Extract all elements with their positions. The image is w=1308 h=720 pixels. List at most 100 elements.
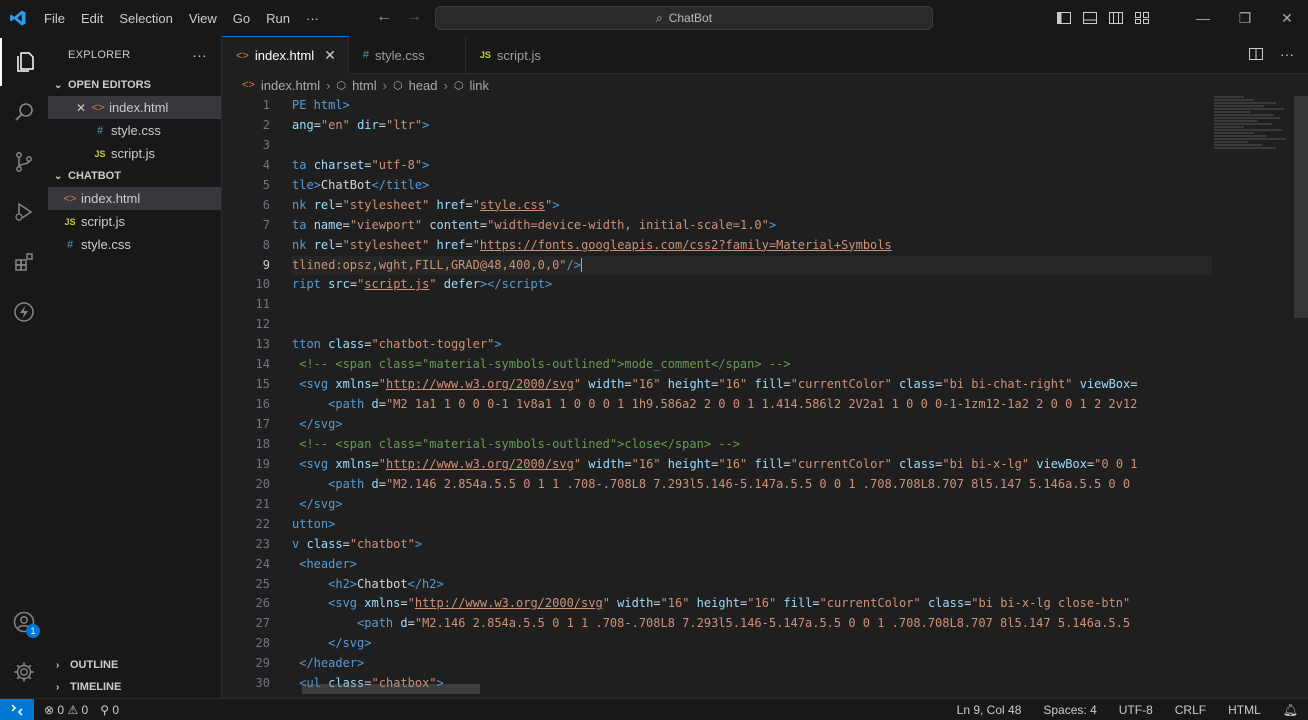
code-line: ript src="script.js" defer></script>	[292, 277, 553, 292]
menu-edit[interactable]: Edit	[73, 11, 111, 26]
command-center-label: ChatBot	[668, 11, 713, 25]
minimize-button[interactable]: —	[1182, 10, 1224, 27]
code-line: <svg xmlns="http://www.w3.org/2000/svg" …	[299, 377, 1138, 392]
explorer-icon[interactable]	[0, 38, 48, 86]
tab-style-css[interactable]: # style.css	[349, 36, 466, 74]
toggle-primary-sidebar-icon[interactable]	[1056, 10, 1072, 26]
code-line: <svg xmlns="http://www.w3.org/2000/svg" …	[299, 456, 1138, 471]
chevron-right-icon: ›	[56, 681, 60, 693]
language-mode[interactable]: HTML	[1228, 703, 1261, 717]
open-editors-section[interactable]: ⌄ OPEN EDITORS	[48, 74, 221, 96]
chatbot-folder-section[interactable]: ⌄ CHATBOT	[48, 165, 221, 187]
horizontal-scrollbar[interactable]	[302, 684, 480, 694]
problems-indicator[interactable]: ⊗ 0 ⚠ 0	[44, 703, 88, 717]
command-center-search[interactable]: ⌕ ChatBot	[435, 6, 933, 30]
html-file-icon: <>	[63, 192, 77, 205]
extensions-icon[interactable]	[0, 238, 48, 286]
split-editor-icon[interactable]	[1248, 46, 1264, 62]
code-line: utton>	[292, 516, 336, 531]
tab-index-html[interactable]: <> index.html ✕	[222, 36, 349, 74]
line-number: 15	[255, 377, 270, 392]
open-editor-item-style-css[interactable]: # style.css	[48, 119, 221, 142]
menu-file[interactable]: File	[36, 11, 73, 26]
code-line: <!-- <span class="material-symbols-outli…	[299, 436, 740, 451]
forward-arrow-icon[interactable]: →	[406, 8, 422, 26]
lightning-extension-icon[interactable]	[0, 288, 48, 336]
encoding[interactable]: UTF-8	[1119, 703, 1153, 717]
line-number: 22	[255, 516, 270, 531]
open-editor-item-index-html[interactable]: ✕ <> index.html	[48, 96, 221, 119]
breadcrumb-item[interactable]: html	[352, 78, 377, 93]
search-view-icon[interactable]	[0, 88, 48, 136]
notifications-bell-icon[interactable]: 🔔︎	[1283, 703, 1298, 717]
menu-view[interactable]: View	[181, 11, 225, 26]
chevron-right-icon: ›	[382, 77, 387, 93]
tab-label: index.html	[254, 48, 315, 63]
code-line: <!-- <span class="material-symbols-outli…	[299, 357, 791, 372]
element-icon: ⬡	[453, 79, 464, 92]
open-editor-item-script-js[interactable]: JS script.js	[48, 142, 221, 165]
menu-more[interactable]: ···	[298, 11, 327, 26]
menu-run[interactable]: Run	[258, 11, 298, 26]
line-number: 16	[255, 397, 270, 412]
title-bar: File Edit Selection View Go Run ··· ← → …	[0, 0, 1308, 36]
line-number: 21	[255, 496, 270, 511]
breadcrumb-item[interactable]: index.html	[261, 78, 320, 93]
code-line: PE html>	[292, 98, 350, 112]
code-editor[interactable]: 1 2 3 4 5 6 7 8 9 10 11 12 13 14 15 16 17 18 19 20 21 22 23 24 2…	[222, 96, 1308, 698]
run-debug-icon[interactable]	[0, 188, 48, 236]
timeline-section[interactable]: › TIMELINE	[48, 676, 222, 698]
code-line: </header>	[299, 656, 365, 671]
file-item-index-html[interactable]: <> index.html	[48, 187, 221, 210]
activity-bar: 1	[0, 36, 48, 698]
open-editor-label: script.js	[111, 146, 156, 161]
html-file-icon: <>	[236, 49, 249, 62]
tab-close-icon[interactable]: ✕	[324, 47, 336, 64]
back-arrow-icon[interactable]: ←	[376, 8, 392, 26]
html-file-icon: <>	[242, 79, 255, 91]
settings-gear-icon[interactable]	[0, 648, 48, 696]
code-line-current: tlined:opsz,wght,FILL,GRAD@48,400,0,0"/>	[292, 255, 1212, 276]
file-item-script-js[interactable]: JS script.js	[48, 210, 221, 233]
accounts-icon[interactable]: 1	[0, 598, 48, 646]
restore-button[interactable]: ❐	[1224, 10, 1266, 27]
code-content[interactable]: PE html> ang="en" dir="ltr"> ta charset=…	[292, 96, 1212, 694]
customize-layout-icon[interactable]	[1134, 10, 1150, 26]
more-actions-icon[interactable]: ···	[1280, 46, 1294, 62]
vertical-scrollbar[interactable]	[1294, 96, 1308, 318]
menu-selection[interactable]: Selection	[111, 11, 180, 26]
line-number: 6	[262, 197, 270, 212]
cursor-position[interactable]: Ln 9, Col 48	[957, 703, 1022, 717]
source-control-icon[interactable]	[0, 138, 48, 186]
file-item-style-css[interactable]: # style.css	[48, 233, 221, 256]
line-number: 13	[255, 337, 270, 352]
toggle-panel-icon[interactable]	[1082, 10, 1098, 26]
open-editor-label: index.html	[109, 100, 169, 115]
tab-script-js[interactable]: JS script.js	[466, 36, 571, 74]
code-line: ang="en" dir="ltr">	[292, 117, 430, 132]
layout-controls	[1056, 10, 1150, 26]
indentation[interactable]: Spaces: 4	[1043, 703, 1096, 717]
code-line: </svg>	[299, 496, 343, 511]
close-icon[interactable]: ✕	[76, 101, 86, 115]
toggle-secondary-sidebar-icon[interactable]	[1108, 10, 1124, 26]
minimap[interactable]	[1214, 96, 1294, 166]
line-ending[interactable]: CRLF	[1175, 703, 1206, 717]
menu-go[interactable]: Go	[225, 11, 258, 26]
explorer-more-button[interactable]: ···	[192, 47, 207, 63]
menu-bar: File Edit Selection View Go Run ···	[36, 11, 327, 26]
outline-section[interactable]: › OUTLINE	[48, 654, 222, 676]
remote-indicator-icon[interactable]	[0, 698, 34, 720]
breadcrumb-item[interactable]: link	[469, 78, 489, 93]
line-number: 11	[255, 297, 270, 312]
close-window-button[interactable]: ✕	[1266, 10, 1308, 27]
ports-indicator[interactable]: ⚲ 0	[100, 703, 119, 717]
open-editors-title: OPEN EDITORS	[68, 79, 151, 91]
file-label: style.css	[81, 237, 131, 252]
code-line: ta charset="utf-8">	[292, 157, 430, 172]
line-number: 27	[255, 616, 270, 631]
breadcrumb-item[interactable]: head	[409, 78, 438, 93]
code-line: <h2>Chatbot</h2>	[328, 576, 444, 591]
chevron-down-icon: ⌄	[54, 79, 63, 91]
